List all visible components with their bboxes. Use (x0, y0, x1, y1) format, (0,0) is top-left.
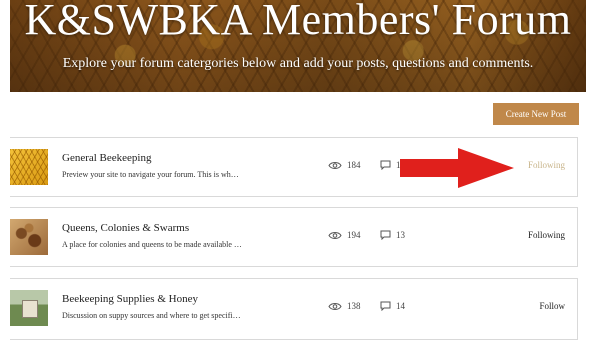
eye-icon (328, 302, 342, 311)
forum-banner: K&SWBKA Members' Forum Explore your foru… (10, 0, 586, 92)
views-value: 138 (347, 301, 361, 311)
annotation-arrow-icon (400, 148, 514, 188)
category-description: Discussion on suppy sources and where to… (62, 311, 241, 320)
category-thumbnail (10, 149, 48, 185)
category-title[interactable]: Queens, Colonies & Swarms (62, 222, 189, 234)
category-title[interactable]: Beekeeping Supplies & Honey (62, 293, 198, 305)
category-row-queens-colonies-swarms[interactable]: Queens, Colonies & Swarms A place for co… (10, 207, 578, 267)
category-description: A place for colonies and queens to be ma… (62, 240, 242, 249)
comment-icon (380, 160, 391, 170)
follow-button[interactable]: Following (528, 160, 565, 170)
comments-count: 13 (380, 230, 405, 240)
comments-count: 14 (380, 301, 405, 311)
follow-button[interactable]: Following (528, 230, 565, 240)
create-new-post-button[interactable]: Create New Post (493, 103, 579, 125)
comments-value: 13 (396, 230, 405, 240)
comments-value: 14 (396, 301, 405, 311)
views-count: 138 (328, 301, 361, 311)
views-value: 184 (347, 160, 361, 170)
comment-icon (380, 230, 391, 240)
eye-icon (328, 231, 342, 240)
page-title: K&SWBKA Members' Forum (24, 0, 572, 44)
views-count: 194 (328, 230, 361, 240)
eye-icon (328, 161, 342, 170)
views-value: 194 (347, 230, 361, 240)
comment-icon (380, 301, 391, 311)
page-subtitle: Explore your forum catergories below and… (62, 56, 534, 71)
category-description: Preview your site to navigate your forum… (62, 170, 239, 179)
category-thumbnail (10, 290, 48, 326)
follow-button[interactable]: Follow (539, 301, 565, 311)
category-title[interactable]: General Beekeeping (62, 152, 151, 164)
views-count: 184 (328, 160, 361, 170)
category-thumbnail (10, 219, 48, 255)
